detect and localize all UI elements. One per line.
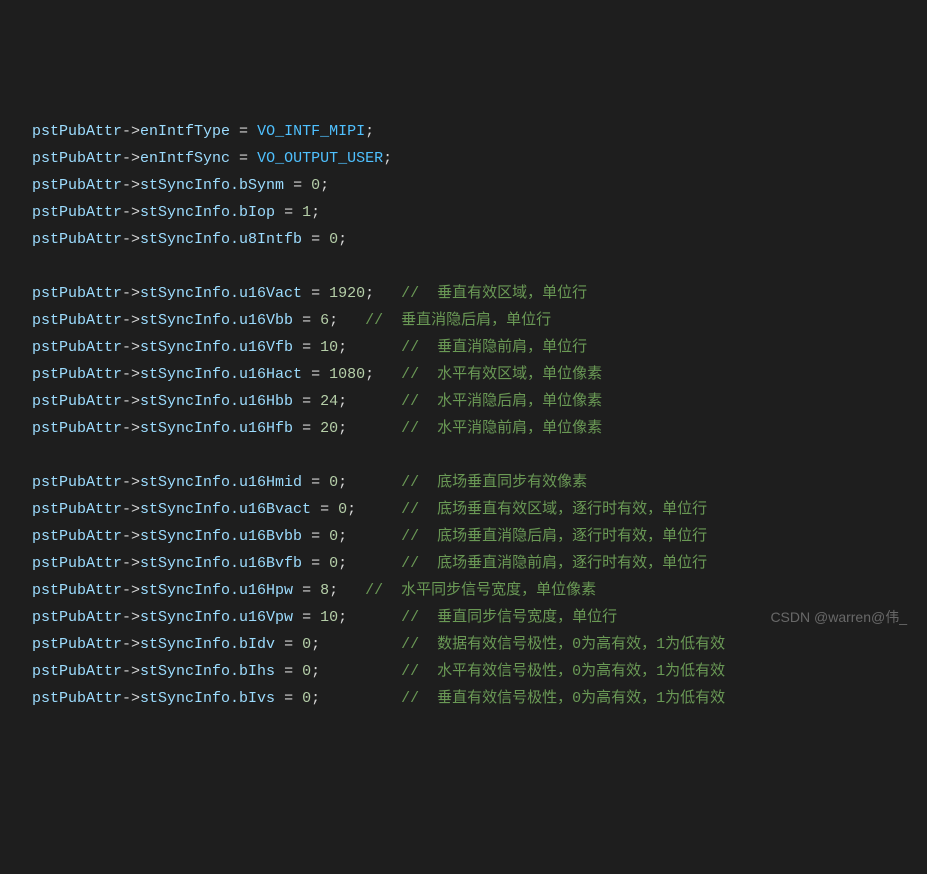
code-line: pstPubAttr->stSyncInfo.u16Vbb = 6; // 垂直… (32, 307, 927, 334)
code-line: pstPubAttr->stSyncInfo.u8Intfb = 0; (32, 226, 927, 253)
code-line: pstPubAttr->stSyncInfo.u16Bvact = 0; // … (32, 496, 927, 523)
code-line: pstPubAttr->stSyncInfo.bSynm = 0; (32, 172, 927, 199)
code-line: pstPubAttr->stSyncInfo.u16Hmid = 0; // 底… (32, 469, 927, 496)
code-line: pstPubAttr->stSyncInfo.bIdv = 0; // 数据有效… (32, 631, 927, 658)
code-line: pstPubAttr->stSyncInfo.u16Hpw = 8; // 水平… (32, 577, 927, 604)
code-line: pstPubAttr->stSyncInfo.u16Vact = 1920; /… (32, 280, 927, 307)
code-line (32, 253, 927, 280)
code-line: pstPubAttr->stSyncInfo.u16Hbb = 24; // 水… (32, 388, 927, 415)
code-line: pstPubAttr->stSyncInfo.u16Bvfb = 0; // 底… (32, 550, 927, 577)
watermark-text: CSDN @warren@伟_ (770, 604, 907, 631)
code-line: pstPubAttr->enIntfSync = VO_OUTPUT_USER; (32, 145, 927, 172)
code-line: pstPubAttr->stSyncInfo.u16Vfb = 10; // 垂… (32, 334, 927, 361)
code-line: pstPubAttr->stSyncInfo.bIhs = 0; // 水平有效… (32, 658, 927, 685)
code-line: pstPubAttr->stSyncInfo.bIvs = 0; // 垂直有效… (32, 685, 927, 712)
code-line: pstPubAttr->stSyncInfo.u16Bvbb = 0; // 底… (32, 523, 927, 550)
code-line: pstPubAttr->stSyncInfo.u16Hact = 1080; /… (32, 361, 927, 388)
code-line: pstPubAttr->enIntfType = VO_INTF_MIPI; (32, 118, 927, 145)
code-line: pstPubAttr->stSyncInfo.bIop = 1; (32, 199, 927, 226)
code-line: pstPubAttr->stSyncInfo.u16Hfb = 20; // 水… (32, 415, 927, 442)
code-line (32, 442, 927, 469)
